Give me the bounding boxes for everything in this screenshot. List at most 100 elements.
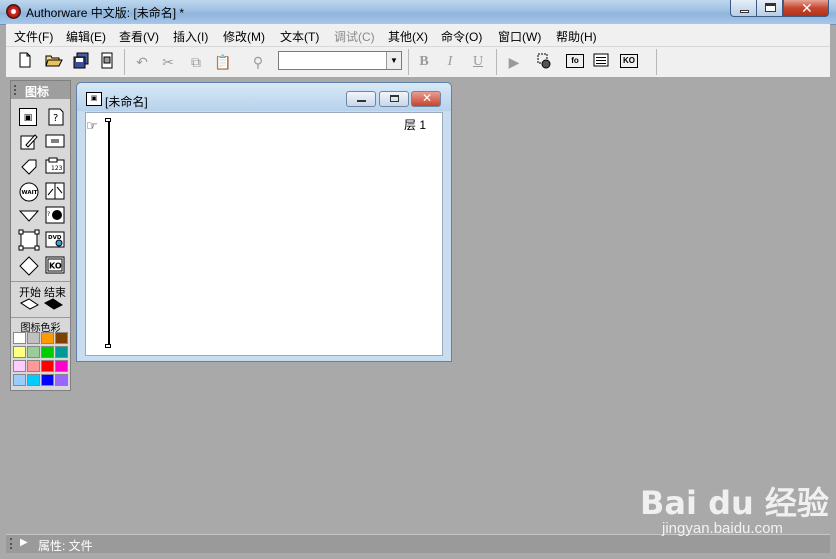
design-window-titlebar[interactable]: ▣ [未命名] ✕ <box>77 83 451 111</box>
color-swatch[interactable] <box>13 346 26 358</box>
wait-icon-small[interactable] <box>45 133 65 153</box>
flowline[interactable] <box>108 120 110 346</box>
menu-modify[interactable]: 修改(M) <box>223 28 265 45</box>
color-swatch[interactable] <box>41 332 54 344</box>
color-swatch[interactable] <box>13 374 26 386</box>
color-swatch[interactable] <box>55 360 68 372</box>
map-icon[interactable]: ? <box>45 205 65 225</box>
menu-text[interactable]: 文本(T) <box>280 28 319 45</box>
menu-window[interactable]: 窗口(W) <box>498 28 541 45</box>
variables-icon[interactable] <box>591 52 611 72</box>
copy-icon[interactable]: ⧉ <box>186 52 206 72</box>
bold-button[interactable]: B <box>414 52 434 72</box>
design-window: ▣ [未命名] ✕ ☞ 层 1 <box>76 82 452 362</box>
menu-other[interactable]: 其他(X) <box>388 28 428 45</box>
dvd-icon[interactable]: DVD <box>45 230 65 250</box>
italic-button[interactable]: I <box>440 52 460 72</box>
app-icon[interactable] <box>6 4 21 19</box>
color-swatch[interactable] <box>13 360 26 372</box>
menu-view[interactable]: 查看(V) <box>119 28 159 45</box>
design-window-title: [未命名] <box>105 95 148 109</box>
functions-icon[interactable]: fo <box>566 54 584 68</box>
color-swatch[interactable] <box>55 346 68 358</box>
color-swatch[interactable] <box>41 374 54 386</box>
menu-debug[interactable]: 调试(C) <box>334 28 375 45</box>
close-button[interactable]: ✕ <box>783 0 829 17</box>
color-swatch[interactable] <box>13 332 26 344</box>
watermark-logo: Bai du 经验 <box>640 484 829 522</box>
chevron-down-icon[interactable]: ▼ <box>386 52 401 69</box>
save-all-icon[interactable] <box>71 52 91 72</box>
title-bar: Authorware 中文版: [未命名] * ✕ <box>0 0 836 25</box>
menu-insert[interactable]: 插入(I) <box>173 28 208 45</box>
design-minimize-button[interactable] <box>346 91 376 107</box>
knowledge-objects-icon[interactable]: KO <box>620 54 638 68</box>
knowledge-object-icon[interactable]: KO <box>45 255 65 275</box>
open-icon[interactable] <box>44 52 64 72</box>
flowline-end <box>105 344 111 348</box>
sound-icon[interactable] <box>18 255 39 276</box>
minimize-icon <box>740 10 749 13</box>
design-close-button[interactable]: ✕ <box>411 91 441 107</box>
maximize-button[interactable] <box>756 0 783 17</box>
find-icon[interactable]: ⚲ <box>248 52 268 72</box>
color-swatch[interactable] <box>41 360 54 372</box>
erase-icon[interactable] <box>19 132 39 152</box>
grip-icon[interactable] <box>14 85 20 95</box>
grip-icon[interactable] <box>10 538 15 549</box>
menu-file[interactable]: 文件(F) <box>14 28 53 45</box>
expand-arrow-icon[interactable]: ▶ <box>20 537 28 548</box>
svg-text:123: 123 <box>51 165 63 172</box>
paste-icon[interactable]: 📋 <box>213 52 233 72</box>
flag-labels: 开始 结束 <box>13 282 68 299</box>
toolbar: ↶ ✂ ⧉ 📋 ⚲ ▼ B I U ▶ fo KO <box>6 46 830 78</box>
display-icon[interactable]: ▣ <box>19 108 37 126</box>
navigate-icon[interactable] <box>19 157 39 177</box>
paste-hand-icon[interactable]: ☞ <box>86 118 98 134</box>
close-icon: ✕ <box>422 91 433 105</box>
color-swatch[interactable] <box>27 360 40 372</box>
minimize-icon <box>357 100 366 102</box>
window-title: Authorware 中文版: [未命名] * <box>26 6 185 20</box>
color-swatches <box>13 332 69 388</box>
calculation-icon[interactable] <box>18 205 40 225</box>
decision-icon[interactable]: WAIT <box>18 181 39 202</box>
color-swatch[interactable] <box>27 332 40 344</box>
underline-button[interactable]: U <box>468 52 488 72</box>
close-icon: ✕ <box>801 0 813 16</box>
motion-icon[interactable]: ? <box>45 107 65 127</box>
digital-movie-icon[interactable] <box>18 229 40 251</box>
palette-header[interactable]: 图标 <box>11 81 70 99</box>
framework-icon[interactable]: 123 <box>45 157 65 177</box>
palette-title: 图标 <box>25 85 50 99</box>
undo-icon[interactable]: ↶ <box>132 52 152 72</box>
layer-label: 层 1 <box>404 118 427 132</box>
design-restore-button[interactable] <box>379 91 409 107</box>
interaction-icon[interactable] <box>45 181 65 201</box>
font-select[interactable]: ▼ <box>278 51 402 70</box>
menu-help[interactable]: 帮助(H) <box>556 28 597 45</box>
color-swatch[interactable] <box>27 346 40 358</box>
svg-text:?: ? <box>53 113 58 124</box>
run-icon[interactable]: ▶ <box>504 52 524 72</box>
design-canvas[interactable]: ☞ 层 1 <box>85 112 443 356</box>
menu-edit[interactable]: 编辑(E) <box>66 28 106 45</box>
start-flag-icon[interactable] <box>20 297 40 317</box>
cut-icon[interactable]: ✂ <box>158 52 178 72</box>
color-swatch[interactable] <box>55 332 68 344</box>
color-swatch[interactable] <box>55 374 68 386</box>
svg-text:?: ? <box>47 211 50 218</box>
control-panel-icon[interactable] <box>534 52 554 72</box>
import-icon[interactable] <box>97 52 117 72</box>
restore-icon <box>390 95 399 102</box>
minimize-button[interactable] <box>730 0 757 17</box>
watermark-url: jingyan.baidu.com <box>662 520 783 537</box>
color-swatch[interactable] <box>41 346 54 358</box>
icon-palette: 图标 ▣ ? 123 WAIT ? DVD KO 开始 结束 图标色彩 <box>10 80 71 391</box>
color-swatch[interactable] <box>27 374 40 386</box>
end-flag-icon[interactable] <box>44 297 64 317</box>
menu-command[interactable]: 命令(O) <box>441 28 482 45</box>
ko-text: KO <box>49 262 62 271</box>
menu-bar: 文件(F) 编辑(E) 查看(V) 插入(I) 修改(M) 文本(T) 调试(C… <box>6 24 830 46</box>
new-icon[interactable] <box>15 52 35 72</box>
